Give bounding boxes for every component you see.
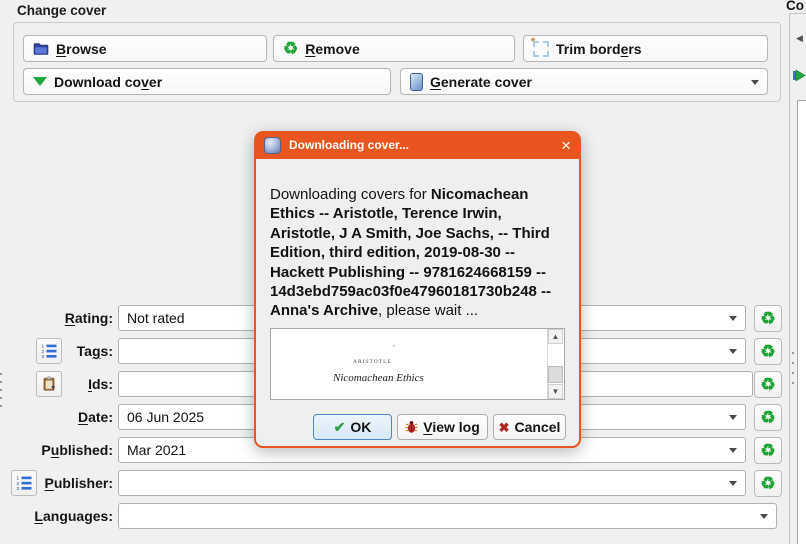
change-cover-heading: Change cover [17, 3, 107, 18]
downloading-cover-dialog: Downloading cover... × Downloading cover… [254, 131, 581, 448]
tags-refresh-button[interactable]: ♻ [754, 338, 782, 365]
covers-list[interactable]: - ARISTOTLE Nicomachean Ethics ▲ ▼ [270, 328, 565, 400]
dialog-titlebar[interactable]: Downloading cover... × [254, 131, 581, 159]
trim-borders-icon: * [531, 36, 549, 57]
download-cover-button-label: Download cover [54, 73, 163, 90]
right-splitter-handle[interactable] [792, 352, 794, 384]
browse-button-label: Browse [56, 40, 107, 57]
ok-button-label: OK [350, 419, 372, 435]
right-panel-heading: Co [786, 0, 804, 13]
rating-refresh-button[interactable]: ♻ [754, 305, 782, 332]
recycle-icon: ♻ [760, 342, 776, 361]
cross-icon: ✖ [498, 419, 510, 435]
trim-borders-button-label: Trim borders [556, 40, 642, 57]
view-log-button[interactable]: View log [397, 414, 488, 440]
recycle-icon: ♻ [760, 309, 776, 328]
triangle-down-icon: ▼ [551, 386, 560, 396]
publisher-label: Publisher: [44, 475, 113, 491]
folder-icon [33, 42, 49, 56]
right-panel-editor[interactable] [797, 100, 806, 544]
ids-label: Ids: [88, 376, 113, 392]
trim-borders-button[interactable]: * Trim borders [523, 35, 768, 62]
scrollbar-track[interactable]: ▲ ▼ [547, 329, 564, 399]
triangle-up-icon: ▲ [551, 331, 560, 341]
generate-cover-button-label: Generate cover [430, 73, 532, 90]
languages-combo[interactable] [118, 503, 777, 529]
scroll-down-button[interactable]: ▼ [548, 384, 563, 399]
cover-title-text: Nicomachean Ethics [333, 372, 424, 384]
chevron-down-icon[interactable] [729, 316, 737, 321]
chevron-down-icon[interactable] [729, 349, 737, 354]
languages-label: Languages: [34, 508, 113, 524]
left-splitter-handle[interactable] [0, 373, 2, 407]
published-value: Mar 2021 [127, 442, 187, 458]
recycle-icon: ♻ [760, 408, 776, 427]
bug-icon [405, 420, 418, 434]
cover-author-text: ARISTOTLE [353, 359, 392, 365]
check-icon: ✔ [333, 419, 346, 435]
remove-button[interactable]: ♻ Remove [273, 35, 515, 62]
download-arrow-icon [33, 77, 47, 86]
dialog-title: Downloading cover... [289, 138, 410, 152]
recycle-icon: ♻ [760, 474, 776, 493]
cover-result-item[interactable]: - ARISTOTLE Nicomachean Ethics [271, 329, 548, 399]
ids-refresh-button[interactable]: ♻ [754, 371, 782, 398]
scroll-thumb[interactable] [548, 366, 563, 383]
date-label: Date: [77, 409, 113, 425]
dialog-button-row: ✔ OK View log ✖ Cancel [254, 414, 566, 440]
cancel-button[interactable]: ✖ Cancel [493, 414, 566, 440]
scroll-up-button[interactable]: ▲ [548, 329, 563, 344]
close-icon: × [561, 135, 571, 155]
right-panel-border-top [789, 13, 806, 14]
tags-label: Tags: [76, 343, 113, 359]
rating-value: Not rated [127, 310, 185, 326]
chevron-down-icon[interactable] [729, 481, 737, 486]
recycle-icon: ♻ [283, 39, 299, 58]
cancel-button-label: Cancel [514, 419, 561, 435]
cover-dash: - [393, 341, 396, 350]
remove-button-label: Remove [305, 40, 360, 57]
edit-metadata-screen: Change cover Browse ♻ Remove * Trim bord… [0, 0, 806, 544]
left-arrow-icon[interactable]: ◀ [796, 34, 803, 43]
green-arrow-icon[interactable] [793, 69, 806, 84]
ok-button[interactable]: ✔ OK [313, 414, 392, 440]
chevron-down-icon[interactable] [729, 415, 737, 420]
app-icon [264, 136, 281, 154]
chevron-down-icon[interactable] [760, 514, 768, 519]
dialog-message: Downloading covers for Nicomachean Ethic… [270, 186, 552, 320]
chevron-down-icon[interactable] [729, 448, 737, 453]
download-cover-button[interactable]: Download cover [23, 68, 391, 95]
chevron-down-icon [751, 80, 759, 85]
generate-cover-icon [410, 72, 423, 91]
published-refresh-button[interactable]: ♻ [754, 437, 782, 464]
generate-cover-button[interactable]: Generate cover [400, 68, 768, 95]
right-panel-border [789, 13, 790, 544]
date-refresh-button[interactable]: ♻ [754, 404, 782, 431]
view-log-button-label: View log [423, 419, 480, 435]
published-label: Published: [41, 442, 113, 458]
date-value: 06 Jun 2025 [127, 409, 205, 425]
recycle-icon: ♻ [760, 441, 776, 460]
recycle-icon: ♻ [760, 375, 776, 394]
browse-button[interactable]: Browse [23, 35, 267, 62]
close-button[interactable]: × [561, 137, 571, 154]
publisher-refresh-button[interactable]: ♻ [754, 470, 782, 497]
publisher-combo[interactable] [118, 470, 746, 496]
rating-label: Rating: [64, 310, 113, 326]
